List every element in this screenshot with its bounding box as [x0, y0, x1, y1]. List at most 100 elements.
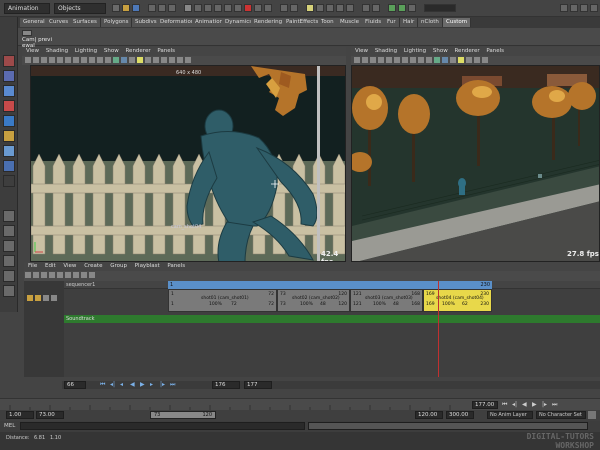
- shadows-icon[interactable]: [466, 57, 472, 63]
- camera-select-icon[interactable]: [354, 57, 360, 63]
- frame-selected-icon[interactable]: [49, 272, 55, 278]
- highlight-selection-icon[interactable]: [290, 4, 298, 12]
- bookmark-icon[interactable]: [370, 57, 376, 63]
- film-gate-icon[interactable]: [65, 57, 71, 63]
- shadows-icon[interactable]: [145, 57, 151, 63]
- playback-go-end-icon[interactable]: ⏭: [552, 401, 557, 409]
- shot-clip-4-selected[interactable]: 169 shot04 (cam_shot04) 230 169 100% 62 …: [423, 289, 492, 312]
- tool-settings-toggle-icon[interactable]: [580, 4, 588, 12]
- shelf-tab-custom[interactable]: Custom: [443, 18, 472, 27]
- select-hierarchy-icon[interactable]: [148, 4, 156, 12]
- smooth-shade-icon[interactable]: [442, 57, 448, 63]
- sequencer-range-bar[interactable]: 1 230: [168, 281, 492, 289]
- input-output-icon[interactable]: [372, 4, 380, 12]
- playback-start-field[interactable]: [36, 411, 64, 419]
- shelf-options-icon[interactable]: [22, 30, 32, 36]
- image-plane-icon[interactable]: [49, 57, 55, 63]
- move-tool-icon[interactable]: [3, 100, 15, 112]
- layout-two-pane-icon[interactable]: [3, 240, 15, 252]
- select-misc-icon[interactable]: [264, 4, 272, 12]
- shot-clip-2[interactable]: 73 shot02 (cam_shot02) 120 73 100% 48 12…: [277, 289, 350, 312]
- current-time-indicator[interactable]: [438, 281, 439, 377]
- playback-end-field[interactable]: [415, 411, 443, 419]
- select-curves-icon[interactable]: [214, 4, 222, 12]
- step-back-key-icon[interactable]: ◂|: [110, 381, 115, 388]
- frame-all-icon[interactable]: [41, 272, 47, 278]
- playback-go-start-icon[interactable]: ⏮: [502, 401, 507, 409]
- layout-trax-icon[interactable]: [3, 285, 15, 297]
- save-scene-icon[interactable]: [132, 4, 140, 12]
- ipr-render-icon[interactable]: [398, 4, 406, 12]
- graph-icon[interactable]: [73, 272, 79, 278]
- camera-select-icon[interactable]: [25, 57, 31, 63]
- grid-icon[interactable]: [57, 57, 63, 63]
- shelf-tab-toon[interactable]: Toon: [318, 18, 338, 27]
- lights-icon[interactable]: [137, 57, 143, 63]
- sequencer-start-frame-field[interactable]: [64, 381, 86, 389]
- resolution-gate-icon[interactable]: [73, 57, 79, 63]
- lasso-tool-icon[interactable]: [3, 70, 15, 82]
- shelf-tab-rendering[interactable]: Rendering: [251, 18, 287, 27]
- lights-icon[interactable]: [458, 57, 464, 63]
- go-to-start-icon[interactable]: ⏮: [100, 381, 105, 389]
- lock-selection-icon[interactable]: [280, 4, 288, 12]
- menu-panels[interactable]: Panels: [167, 263, 185, 269]
- film-gate-icon[interactable]: [394, 57, 400, 63]
- track-folder-icon[interactable]: [27, 295, 33, 301]
- create-shot-icon[interactable]: [33, 272, 39, 278]
- field-chart-icon[interactable]: [89, 57, 95, 63]
- scale-tool-icon[interactable]: [3, 130, 15, 142]
- playback-step-fwd-icon[interactable]: |▸: [542, 401, 547, 408]
- sequencer-current-frame-field[interactable]: [212, 381, 240, 389]
- playback-step-back-icon[interactable]: ◂|: [512, 401, 517, 408]
- wireframe-icon[interactable]: [113, 57, 119, 63]
- menu-renderer-right[interactable]: Renderer: [454, 48, 479, 54]
- wireframe-icon[interactable]: [434, 57, 440, 63]
- soft-mod-tool-icon[interactable]: [3, 160, 15, 172]
- new-scene-icon[interactable]: [112, 4, 120, 12]
- safe-title-icon[interactable]: [105, 57, 111, 63]
- shelf-tab-surfaces[interactable]: Surfaces: [70, 18, 101, 27]
- step-back-icon[interactable]: ◂: [120, 381, 123, 388]
- menu-show-right[interactable]: Show: [433, 48, 448, 54]
- shelf-tab-polygons[interactable]: Polygons: [101, 18, 133, 27]
- anim-start-field[interactable]: [6, 411, 34, 419]
- bookmark-icon[interactable]: [41, 57, 47, 63]
- select-dynamics-icon[interactable]: [244, 4, 252, 12]
- xray-icon[interactable]: [153, 57, 159, 63]
- xray-icon[interactable]: [474, 57, 480, 63]
- paint-select-tool-icon[interactable]: [3, 85, 15, 97]
- ao-icon[interactable]: [177, 57, 183, 63]
- menu-view[interactable]: View: [26, 48, 39, 54]
- history-icon[interactable]: [362, 4, 370, 12]
- command-input[interactable]: [20, 422, 305, 430]
- input-field[interactable]: [424, 4, 456, 12]
- time-slider[interactable]: ⏮ ◂| ◀ ▶ |▸ ⏭: [0, 398, 600, 411]
- ubercam-icon[interactable]: [81, 272, 87, 278]
- last-tool-icon[interactable]: [3, 175, 15, 187]
- snap-point-icon[interactable]: [326, 4, 334, 12]
- select-component-icon[interactable]: [168, 4, 176, 12]
- shelf-tab-hair[interactable]: Hair: [400, 18, 419, 27]
- motion-blur-icon[interactable]: [185, 57, 191, 63]
- isolate-icon[interactable]: [482, 57, 488, 63]
- rotate-tool-icon[interactable]: [3, 115, 15, 127]
- layout-four-pane-icon[interactable]: [3, 225, 15, 237]
- playback-play-icon[interactable]: ▶: [532, 401, 537, 408]
- resolution-gate-icon[interactable]: [402, 57, 408, 63]
- menu-playblast[interactable]: Playblast: [135, 263, 160, 269]
- snap-curve-icon[interactable]: [316, 4, 324, 12]
- select-joints-icon[interactable]: [204, 4, 212, 12]
- anim-end-field[interactable]: [446, 411, 474, 419]
- safe-action-icon[interactable]: [97, 57, 103, 63]
- shelf-tab-fur[interactable]: Fur: [384, 18, 400, 27]
- hud-icon[interactable]: [169, 57, 175, 63]
- sequencer-end-frame-field[interactable]: [244, 381, 272, 389]
- menu-shading-right[interactable]: Shading: [375, 48, 397, 54]
- grid-icon[interactable]: [386, 57, 392, 63]
- image-plane-icon[interactable]: [378, 57, 384, 63]
- track-solo-icon[interactable]: [51, 295, 57, 301]
- shelf-tab-fluids[interactable]: Fluids: [362, 18, 386, 27]
- attribute-editor-toggle-icon[interactable]: [570, 4, 578, 12]
- menu-create[interactable]: Create: [84, 263, 102, 269]
